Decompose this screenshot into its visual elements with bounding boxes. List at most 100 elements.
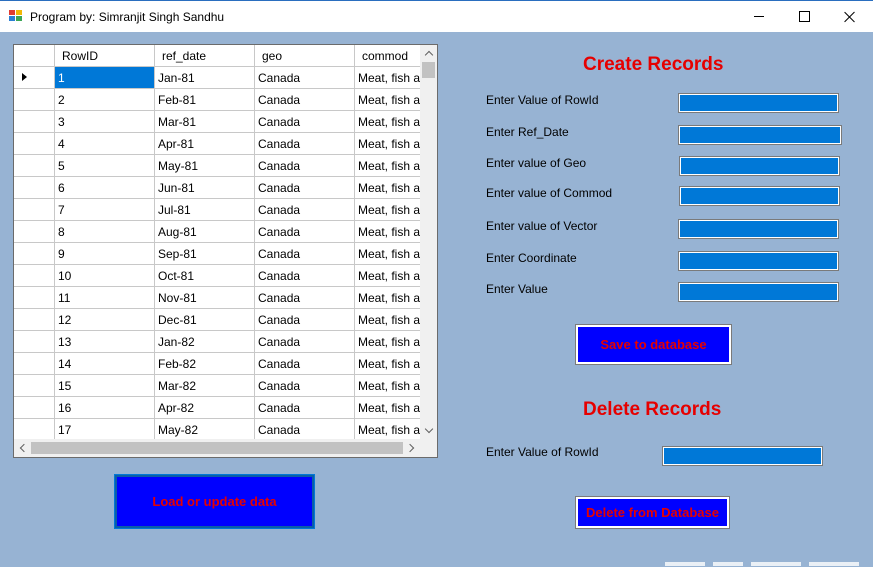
commod-cell[interactable]: Meat, fish and	[355, 309, 420, 331]
geo-cell[interactable]: Canada	[255, 331, 355, 353]
rowid-cell[interactable]: 9	[55, 243, 155, 265]
ref-date-cell[interactable]: Apr-82	[155, 397, 255, 419]
rowid-cell[interactable]: 13	[55, 331, 155, 353]
rowid-cell[interactable]: 5	[55, 155, 155, 177]
ref-date-cell[interactable]: Jan-81	[155, 67, 255, 89]
horizontal-scroll-thumb[interactable]	[31, 442, 403, 454]
ref-date-cell[interactable]: Feb-82	[155, 353, 255, 375]
ref-date-cell[interactable]: Jan-82	[155, 331, 255, 353]
geo-cell[interactable]: Canada	[255, 353, 355, 375]
commod-cell[interactable]: Meat, fish and	[355, 287, 420, 309]
commod-cell[interactable]: Meat, fish and	[355, 375, 420, 397]
table-row[interactable]: 11 Nov-81 Canada Meat, fish and	[14, 287, 420, 309]
rowid-cell[interactable]: 15	[55, 375, 155, 397]
save-to-database-button[interactable]: Save to database	[575, 324, 732, 365]
ref-date-cell[interactable]: Jun-81	[155, 177, 255, 199]
rowid-cell[interactable]: 11	[55, 287, 155, 309]
row-header[interactable]	[14, 419, 55, 439]
coordinate-input[interactable]	[678, 251, 839, 271]
row-header[interactable]	[14, 375, 55, 397]
ref-date-cell[interactable]: Dec-81	[155, 309, 255, 331]
rowid-cell[interactable]: 1	[55, 67, 155, 89]
column-header-commod[interactable]: commod	[355, 45, 420, 67]
ref-date-cell[interactable]: Sep-81	[155, 243, 255, 265]
table-row[interactable]: 10 Oct-81 Canada Meat, fish and	[14, 265, 420, 287]
column-header-rowid[interactable]: RowID	[55, 45, 155, 67]
rowid-cell[interactable]: 4	[55, 133, 155, 155]
rowid-cell[interactable]: 8	[55, 221, 155, 243]
table-row[interactable]: 6 Jun-81 Canada Meat, fish and	[14, 177, 420, 199]
geo-cell[interactable]: Canada	[255, 133, 355, 155]
commod-cell[interactable]: Meat, fish and	[355, 353, 420, 375]
geo-cell[interactable]: Canada	[255, 397, 355, 419]
geo-cell[interactable]: Canada	[255, 419, 355, 439]
table-row[interactable]: 7 Jul-81 Canada Meat, fish and	[14, 199, 420, 221]
table-row[interactable]: 13 Jan-82 Canada Meat, fish and	[14, 331, 420, 353]
scroll-right-button[interactable]	[403, 439, 420, 456]
row-header[interactable]	[14, 111, 55, 133]
row-header[interactable]	[14, 397, 55, 419]
geo-cell[interactable]: Canada	[255, 155, 355, 177]
row-header[interactable]	[14, 199, 55, 221]
table-row[interactable]: 15 Mar-82 Canada Meat, fish and	[14, 375, 420, 397]
row-header[interactable]	[14, 353, 55, 375]
column-header-ref-date[interactable]: ref_date	[155, 45, 255, 67]
ref-date-cell[interactable]: May-82	[155, 419, 255, 439]
load-update-data-button[interactable]: Load or update data	[114, 474, 315, 529]
geo-cell[interactable]: Canada	[255, 243, 355, 265]
row-header[interactable]	[14, 177, 55, 199]
commod-input[interactable]	[679, 186, 840, 206]
scroll-up-button[interactable]	[420, 45, 437, 62]
geo-cell[interactable]: Canada	[255, 177, 355, 199]
rowid-cell[interactable]: 10	[55, 265, 155, 287]
vector-input[interactable]	[678, 219, 839, 239]
ref-date-cell[interactable]: Mar-82	[155, 375, 255, 397]
table-row[interactable]: 14 Feb-82 Canada Meat, fish and	[14, 353, 420, 375]
commod-cell[interactable]: Meat, fish and	[355, 199, 420, 221]
ref-date-cell[interactable]: Mar-81	[155, 111, 255, 133]
scroll-left-button[interactable]	[14, 439, 31, 456]
geo-cell[interactable]: Canada	[255, 287, 355, 309]
geo-input[interactable]	[679, 156, 840, 176]
geo-cell[interactable]: Canada	[255, 89, 355, 111]
commod-cell[interactable]: Meat, fish and	[355, 419, 420, 439]
commod-cell[interactable]: Meat, fish and	[355, 177, 420, 199]
geo-cell[interactable]: Canada	[255, 111, 355, 133]
geo-cell[interactable]: Canada	[255, 67, 355, 89]
ref-date-cell[interactable]: Aug-81	[155, 221, 255, 243]
value-input[interactable]	[678, 282, 839, 302]
row-header[interactable]	[14, 221, 55, 243]
commod-cell[interactable]: Meat, fish and	[355, 221, 420, 243]
commod-cell[interactable]: Meat, fish and	[355, 89, 420, 111]
table-row[interactable]: 12 Dec-81 Canada Meat, fish and	[14, 309, 420, 331]
commod-cell[interactable]: Meat, fish and	[355, 265, 420, 287]
table-row[interactable]: 5 May-81 Canada Meat, fish and	[14, 155, 420, 177]
row-header[interactable]	[14, 287, 55, 309]
commod-cell[interactable]: Meat, fish and	[355, 133, 420, 155]
geo-cell[interactable]: Canada	[255, 309, 355, 331]
geo-cell[interactable]: Canada	[255, 375, 355, 397]
rowid-cell[interactable]: 7	[55, 199, 155, 221]
records-data-grid[interactable]: RowID ref_date geo commod 1 Jan-81 Canada M…	[13, 44, 438, 458]
ref-date-cell[interactable]: Jul-81	[155, 199, 255, 221]
rowid-cell[interactable]: 6	[55, 177, 155, 199]
row-header[interactable]	[14, 243, 55, 265]
horizontal-scrollbar[interactable]	[14, 439, 420, 457]
row-header[interactable]	[14, 309, 55, 331]
table-row[interactable]: 9 Sep-81 Canada Meat, fish and	[14, 243, 420, 265]
column-header-geo[interactable]: geo	[255, 45, 355, 67]
commod-cell[interactable]: Meat, fish and	[355, 331, 420, 353]
geo-cell[interactable]: Canada	[255, 199, 355, 221]
table-row[interactable]: 17 May-82 Canada Meat, fish and	[14, 419, 420, 439]
row-header[interactable]	[14, 133, 55, 155]
table-row[interactable]: 16 Apr-82 Canada Meat, fish and	[14, 397, 420, 419]
ref-date-cell[interactable]: Nov-81	[155, 287, 255, 309]
ref-date-cell[interactable]: May-81	[155, 155, 255, 177]
ref-date-input[interactable]	[678, 125, 842, 145]
row-header[interactable]	[14, 67, 55, 89]
ref-date-cell[interactable]: Oct-81	[155, 265, 255, 287]
rowid-cell[interactable]: 3	[55, 111, 155, 133]
commod-cell[interactable]: Meat, fish and	[355, 243, 420, 265]
rowid-cell[interactable]: 14	[55, 353, 155, 375]
table-row[interactable]: 4 Apr-81 Canada Meat, fish and	[14, 133, 420, 155]
